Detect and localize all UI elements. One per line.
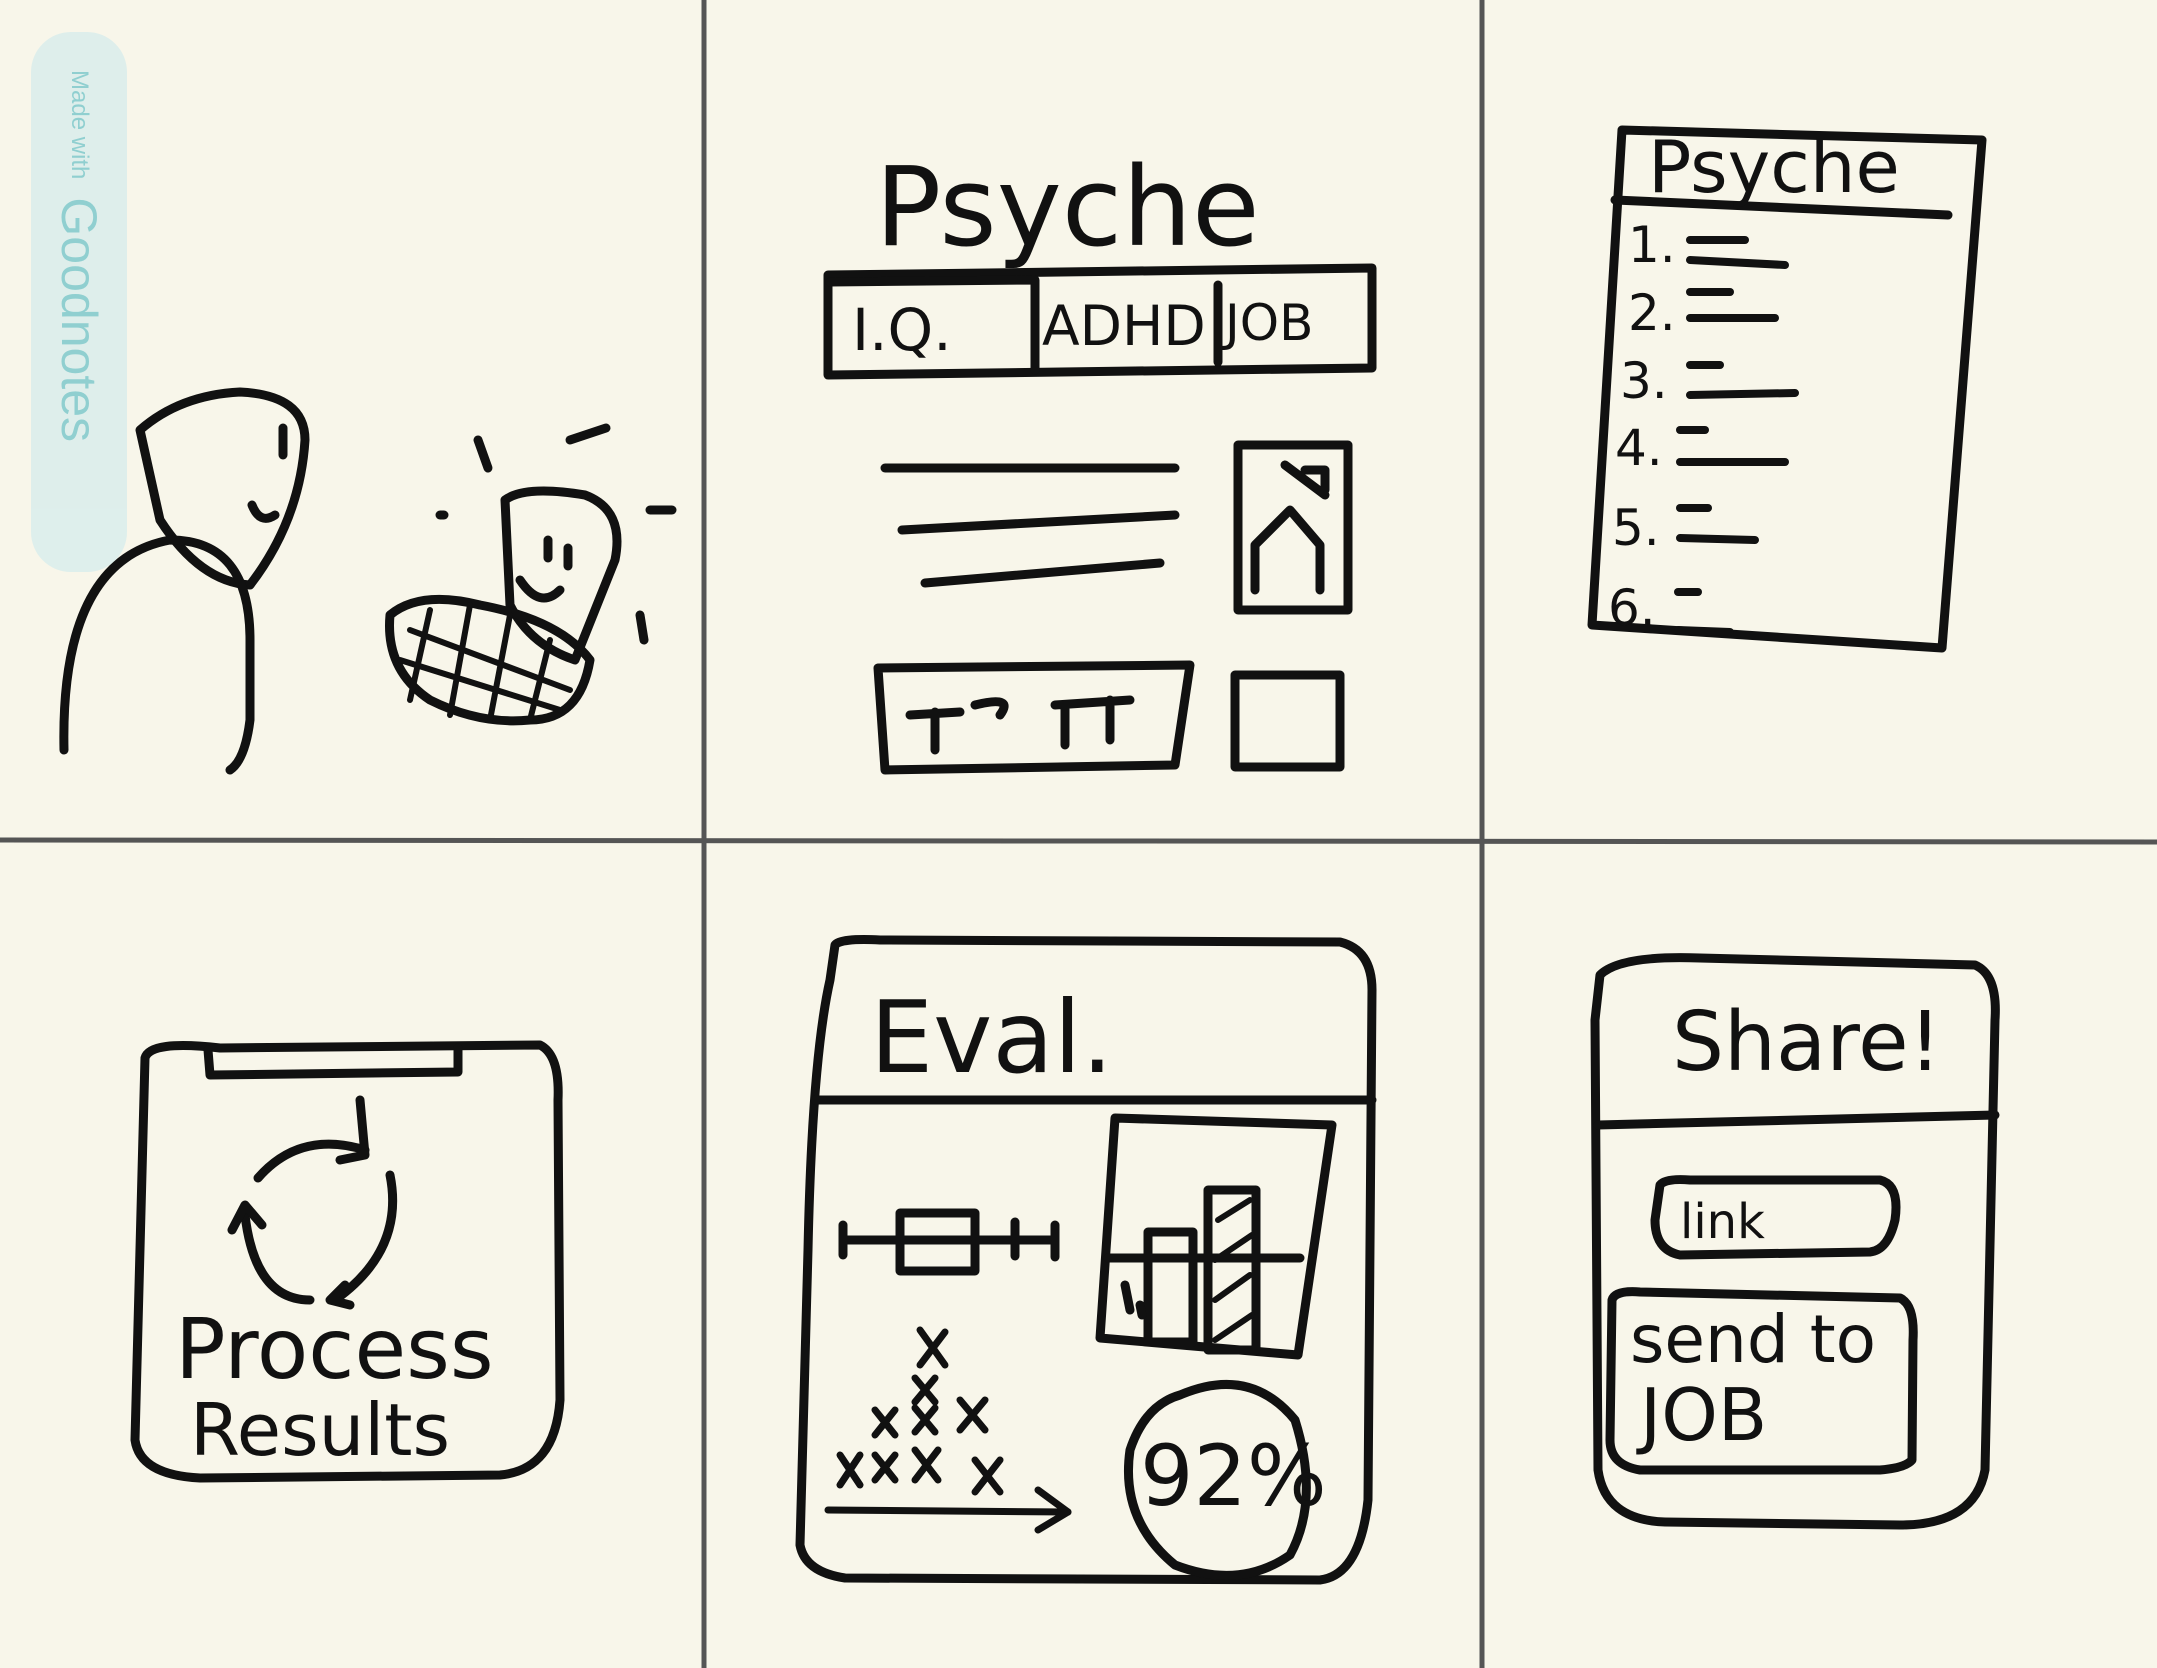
tab-adhd[interactable]: ADHD	[1042, 294, 1206, 358]
goodnotes-watermark: Made with Goodnotes	[31, 32, 127, 572]
processing-label-line-2: Results	[190, 1388, 450, 1472]
eval-title: Eval.	[870, 979, 1113, 1096]
tab-iq[interactable]: I.Q.	[852, 296, 952, 364]
list-item-number-6: 6.	[1608, 579, 1656, 637]
share-title: Share!	[1672, 995, 1942, 1090]
send-button-label-line-1: send to	[1630, 1301, 1876, 1378]
action-card[interactable]	[873, 660, 1195, 775]
tab-job[interactable]: JOB	[1222, 294, 1313, 352]
list-app-title: Psyche	[1648, 125, 1900, 209]
processing-label-line-1: Process	[175, 1300, 494, 1398]
action-card-glyph-2	[1050, 695, 1135, 750]
score-percentage: 92%	[1140, 1427, 1327, 1525]
list-item-number-2: 2.	[1628, 284, 1676, 342]
list-item-number-5: 5.	[1612, 499, 1660, 557]
list-item-lines	[1674, 236, 1799, 636]
share-header-divider	[1593, 1110, 2000, 1130]
bar-chart-card	[1095, 1113, 1337, 1360]
watermark-prefix: Made with	[66, 70, 93, 180]
link-button-label: link	[1680, 1194, 1765, 1250]
small-card-placeholder[interactable]	[1230, 670, 1345, 772]
refresh-cycle-icon	[227, 1095, 398, 1310]
home-app-title: Psyche	[875, 143, 1260, 271]
watermark-brand: Goodnotes	[51, 197, 107, 443]
list-item-number-4: 4.	[1615, 419, 1663, 477]
send-button-label-line-2: JOB	[1636, 1373, 1767, 1457]
sparkle-line	[473, 435, 493, 473]
person-mouth	[247, 500, 280, 523]
chart-arrow-icon	[1280, 460, 1330, 500]
action-card-glyph-1	[905, 697, 1009, 755]
watermark-text: Made with Goodnotes	[31, 32, 127, 572]
chart-arrow-up-icon	[1250, 505, 1325, 595]
body-text-lines	[880, 463, 1180, 588]
storyboard-canvas: Psyche I.Q. ADHD JOB Psyche 1. 2. 3. 4. …	[0, 0, 2157, 1668]
brain-icon	[385, 423, 677, 726]
boxplot-chart	[838, 1208, 1060, 1276]
grid-divider-horizontal	[0, 837, 2157, 845]
scatter-plot	[824, 1326, 1072, 1534]
list-item-number-1: 1.	[1628, 216, 1676, 274]
panel-1-person-with-brain	[59, 387, 677, 775]
growth-chart-card[interactable]	[1233, 440, 1353, 615]
list-item-number-3: 3.	[1620, 352, 1668, 410]
